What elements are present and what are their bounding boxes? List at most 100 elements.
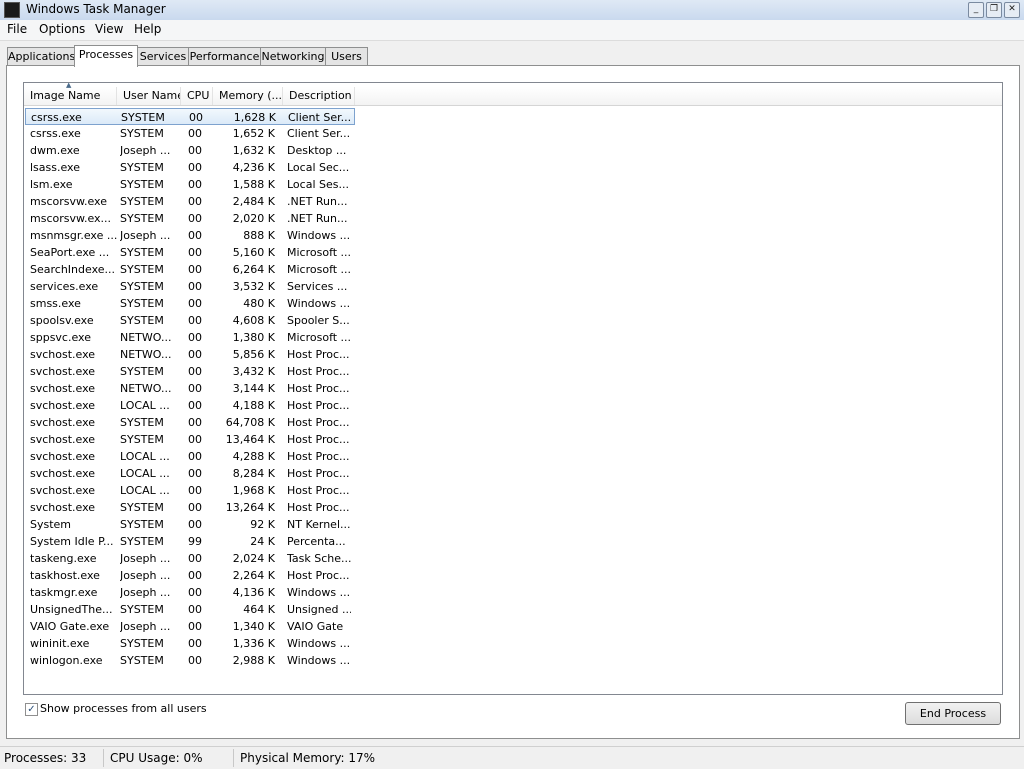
table-row[interactable]: taskeng.exe Joseph ... 00 2,024 K Task Sche.…	[25, 550, 355, 567]
table-row[interactable]: csrss.exe SYSTEM 00 1,628 K Client Ser...	[25, 108, 355, 125]
table-row[interactable]: winlogon.exe SYSTEM 00 2,988 K Windows ...	[25, 652, 355, 669]
process-description: Windows ...	[287, 586, 351, 599]
process-cpu: 00	[188, 450, 202, 463]
column-header-cpu[interactable]: CPU	[181, 87, 213, 105]
process-cpu: 00	[188, 484, 202, 497]
process-user-name: Joseph ...	[120, 144, 171, 157]
process-memory: 480 K	[243, 297, 275, 310]
table-row[interactable]: svchost.exe NETWO... 00 3,144 K Host Proc...	[25, 380, 355, 397]
process-memory: 64,708 K	[225, 416, 275, 429]
table-row[interactable]: lsm.exe SYSTEM 00 1,588 K Local Ses...	[25, 176, 355, 193]
process-user-name: SYSTEM	[120, 263, 164, 276]
process-user-name: NETWO...	[120, 348, 172, 361]
menu-options[interactable]: Options	[39, 22, 85, 36]
table-row[interactable]: UnsignedThe... SYSTEM 00 464 K Unsigned ...	[25, 601, 355, 618]
restore-icon[interactable]: ❐	[986, 2, 1002, 18]
table-row[interactable]: System SYSTEM 00 92 K NT Kernel...	[25, 516, 355, 533]
process-description: Local Sec...	[287, 161, 350, 174]
process-user-name: SYSTEM	[120, 127, 164, 140]
process-user-name: NETWO...	[120, 382, 172, 395]
process-image-name: svchost.exe	[30, 501, 96, 514]
process-list[interactable]: ▲ Image Name User Name CPU Memory (... D…	[23, 82, 1003, 695]
menu-file[interactable]: File	[7, 22, 27, 36]
process-image-name: svchost.exe	[30, 484, 96, 497]
process-user-name: SYSTEM	[121, 111, 165, 124]
process-description: Microsoft ...	[287, 246, 351, 259]
table-row[interactable]: wininit.exe SYSTEM 00 1,336 K Windows ...	[25, 635, 355, 652]
close-icon[interactable]: ✕	[1004, 2, 1020, 18]
table-row[interactable]: svchost.exe LOCAL ... 00 8,284 K Host Proc..…	[25, 465, 355, 482]
process-cpu: 00	[188, 144, 202, 157]
process-description: Host Proc...	[287, 450, 350, 463]
process-user-name: SYSTEM	[120, 654, 164, 667]
table-row[interactable]: svchost.exe NETWO... 00 5,856 K Host Proc...	[25, 346, 355, 363]
tab-services[interactable]: Services	[137, 47, 189, 66]
table-row[interactable]: VAIO Gate.exe Joseph ... 00 1,340 K VAIO Gat…	[25, 618, 355, 635]
table-row[interactable]: spoolsv.exe SYSTEM 00 4,608 K Spooler S...	[25, 312, 355, 329]
process-image-name: UnsignedThe...	[30, 603, 113, 616]
table-row[interactable]: smss.exe SYSTEM 00 480 K Windows ...	[25, 295, 355, 312]
menu-help[interactable]: Help	[134, 22, 161, 36]
show-all-users-checkbox[interactable]: ✓	[25, 703, 38, 716]
table-row[interactable]: System Idle P... SYSTEM 99 24 K Percenta...	[25, 533, 355, 550]
table-row[interactable]: svchost.exe SYSTEM 00 13,464 K Host Proc...	[25, 431, 355, 448]
process-user-name: SYSTEM	[120, 416, 164, 429]
tab-performance[interactable]: Performance	[188, 47, 261, 66]
process-description: Host Proc...	[287, 467, 350, 480]
table-row[interactable]: services.exe SYSTEM 00 3,532 K Services ...	[25, 278, 355, 295]
table-row[interactable]: taskhost.exe Joseph ... 00 2,264 K Host Proc…	[25, 567, 355, 584]
process-cpu: 00	[189, 111, 203, 124]
table-row[interactable]: SearchIndexe... SYSTEM 00 6,264 K Microsoft …	[25, 261, 355, 278]
process-image-name: svchost.exe	[30, 365, 96, 378]
table-row[interactable]: svchost.exe LOCAL ... 00 1,968 K Host Proc..…	[25, 482, 355, 499]
process-user-name: Joseph ...	[120, 586, 171, 599]
table-row[interactable]: svchost.exe LOCAL ... 00 4,288 K Host Proc..…	[25, 448, 355, 465]
process-cpu: 00	[188, 195, 202, 208]
process-description: Host Proc...	[287, 382, 350, 395]
process-user-name: LOCAL ...	[120, 484, 170, 497]
column-header-description[interactable]: Description	[283, 87, 355, 105]
table-row[interactable]: lsass.exe SYSTEM 00 4,236 K Local Sec...	[25, 159, 355, 176]
column-header-image-name[interactable]: Image Name	[24, 87, 117, 105]
process-image-name: wininit.exe	[30, 637, 90, 650]
process-memory: 4,236 K	[232, 161, 275, 174]
process-description: NT Kernel...	[287, 518, 351, 531]
status-bar: Processes: 33 CPU Usage: 0% Physical Mem…	[0, 746, 1024, 769]
column-header-user-name[interactable]: User Name	[117, 87, 181, 105]
process-cpu: 00	[188, 433, 202, 446]
process-memory: 1,652 K	[232, 127, 275, 140]
process-user-name: LOCAL ...	[120, 450, 170, 463]
table-row[interactable]: SeaPort.exe ... SYSTEM 00 5,160 K Microsoft …	[25, 244, 355, 261]
process-memory: 3,144 K	[232, 382, 275, 395]
tab-applications[interactable]: Applications	[7, 47, 75, 66]
table-row[interactable]: svchost.exe SYSTEM 00 64,708 K Host Proc...	[25, 414, 355, 431]
process-user-name: SYSTEM	[120, 365, 164, 378]
process-memory: 5,856 K	[232, 348, 275, 361]
process-memory: 1,628 K	[233, 111, 276, 124]
end-process-button[interactable]: End Process	[905, 702, 1001, 725]
process-description: Task Sche...	[287, 552, 351, 565]
table-row[interactable]: taskmgr.exe Joseph ... 00 4,136 K Windows ..…	[25, 584, 355, 601]
table-row[interactable]: msnmsgr.exe ... Joseph ... 00 888 K Windows …	[25, 227, 355, 244]
tab-networking[interactable]: Networking	[260, 47, 326, 66]
process-cpu: 00	[188, 178, 202, 191]
process-description: Spooler S...	[287, 314, 350, 327]
process-memory: 3,432 K	[232, 365, 275, 378]
minimize-icon[interactable]: _	[968, 2, 984, 18]
table-row[interactable]: dwm.exe Joseph ... 00 1,632 K Desktop ...	[25, 142, 355, 159]
process-user-name: Joseph ...	[120, 552, 171, 565]
tab-users[interactable]: Users	[325, 47, 368, 66]
process-memory: 1,968 K	[232, 484, 275, 497]
table-row[interactable]: svchost.exe LOCAL ... 00 4,188 K Host Proc..…	[25, 397, 355, 414]
table-row[interactable]: mscorsvw.ex... SYSTEM 00 2,020 K .NET Run...	[25, 210, 355, 227]
process-description: VAIO Gate	[287, 620, 344, 633]
table-row[interactable]: svchost.exe SYSTEM 00 3,432 K Host Proc...	[25, 363, 355, 380]
process-image-name: taskhost.exe	[30, 569, 100, 582]
table-row[interactable]: svchost.exe SYSTEM 00 13,264 K Host Proc...	[25, 499, 355, 516]
column-header-memory[interactable]: Memory (...	[213, 87, 283, 105]
menu-view[interactable]: View	[95, 22, 123, 36]
table-row[interactable]: sppsvc.exe NETWO... 00 1,380 K Microsoft ...	[25, 329, 355, 346]
table-row[interactable]: mscorsvw.exe SYSTEM 00 2,484 K .NET Run...	[25, 193, 355, 210]
table-row[interactable]: csrss.exe SYSTEM 00 1,652 K Client Ser...	[25, 125, 355, 142]
tab-processes[interactable]: Processes	[74, 45, 138, 67]
